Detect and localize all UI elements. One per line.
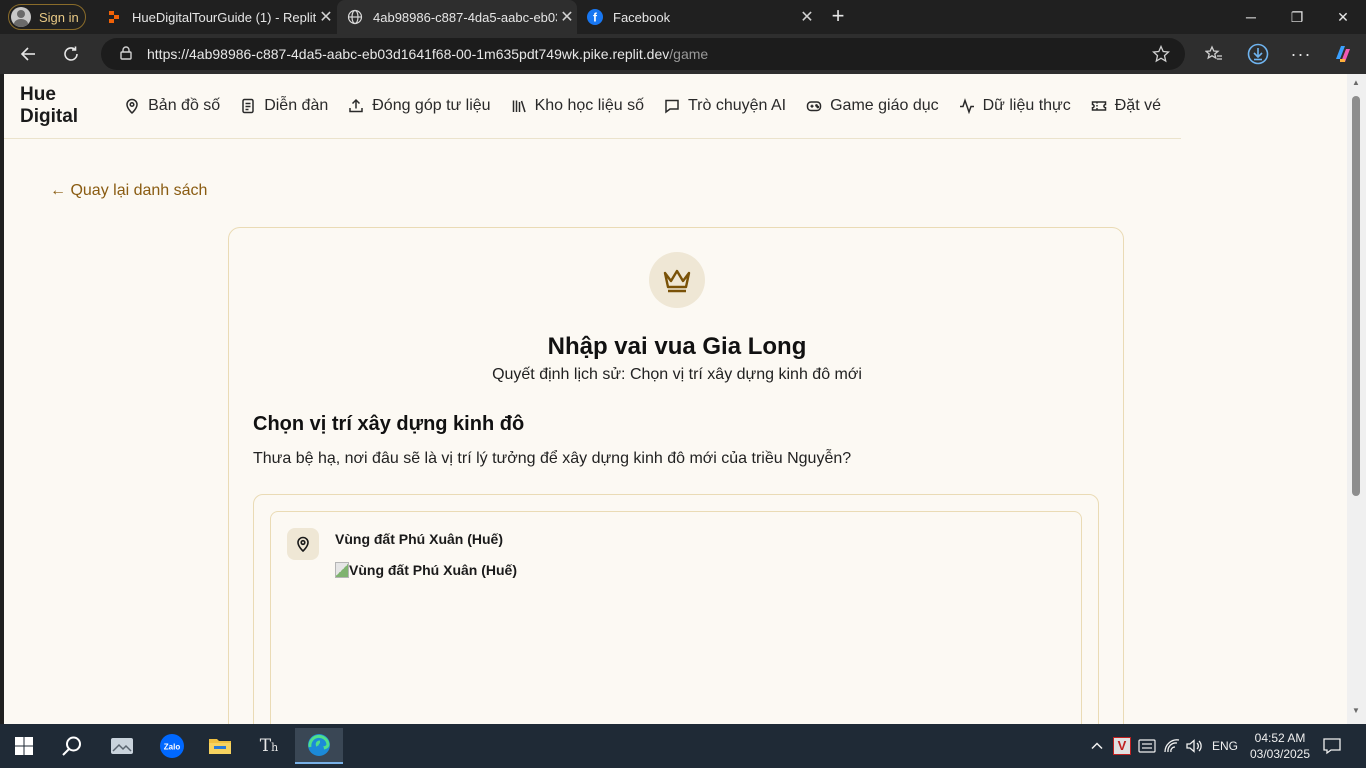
broken-image-icon [335, 562, 349, 578]
volume-icon[interactable] [1185, 724, 1203, 768]
new-tab-button[interactable]: + [827, 4, 849, 30]
tab-game-page[interactable]: 4ab98986-c887-4da5-aabc-eb03d ✕ [337, 0, 577, 34]
page-scrollbar[interactable]: ▲ ▼ [1347, 74, 1366, 724]
option-image: Vùng đất Phú Xuân (Huế) [335, 562, 517, 578]
nav-item-label: Đóng góp tư liệu [372, 97, 491, 114]
scrollbar-thumb[interactable] [1352, 96, 1360, 496]
nav-item-label: Đặt vé [1114, 97, 1161, 114]
language-indicator[interactable]: ENG [1212, 724, 1238, 768]
scroll-down-arrow-icon[interactable]: ▼ [1351, 706, 1361, 715]
input-mode-icon[interactable] [1138, 724, 1156, 768]
document-icon [242, 98, 254, 114]
close-tab-icon[interactable]: ✕ [797, 7, 817, 27]
replit-favicon-icon [106, 9, 122, 25]
map-pin-icon [126, 98, 138, 114]
browser-toolbar: https://4ab98986-c887-4da5-aabc-eb03d164… [0, 34, 1366, 74]
activity-icon [959, 98, 974, 114]
crown-icon [649, 252, 705, 308]
clock-date: 03/03/2025 [1249, 747, 1311, 761]
url-host: https://4ab98986-c887-4da5-aabc-eb03d164… [147, 46, 670, 62]
nav-item-label: Diễn đàn [264, 97, 329, 114]
ticket-icon [1091, 101, 1106, 111]
scroll-up-arrow-icon[interactable]: ▲ [1351, 78, 1361, 87]
site-navbar: Hue Digital Bản đồ số Diễn đàn Đóng góp … [4, 74, 1181, 139]
nav-item-label: Kho học liệu số [534, 97, 644, 114]
tab-title: HueDigitalTourGuide (1) - Replit [132, 9, 316, 25]
favorite-star-icon[interactable] [1147, 40, 1175, 68]
profile-avatar-icon [11, 7, 31, 27]
network-icon[interactable] [1163, 724, 1181, 768]
nav-item-du-lieu-thuc[interactable]: Dữ liệu thực [959, 97, 1071, 115]
system-clock[interactable]: 04:52 AM 03/03/2025 [1240, 730, 1320, 762]
nav-item-dien-dan[interactable]: Diễn đàn [240, 97, 328, 115]
tab-title: 4ab98986-c887-4da5-aabc-eb03d [373, 9, 557, 25]
nav-item-dong-gop-tu-lieu[interactable]: Đóng góp tư liệu [348, 97, 491, 115]
favorites-icon[interactable] [1200, 40, 1228, 68]
tab-title: Facebook [613, 9, 671, 25]
windows-taskbar: Zalo Th V ENG 04:52 AM 03/03/2025 [0, 724, 1366, 768]
nav-item-dat-ve[interactable]: Đặt vé [1091, 97, 1161, 115]
option-card[interactable]: Vùng đất Phú Xuân (Huế) Vùng đất Phú Xuâ… [270, 511, 1082, 724]
downloads-icon[interactable] [1244, 40, 1272, 68]
game-subtitle: Quyết định lịch sử: Chọn vị trí xây dựng… [492, 366, 862, 383]
clock-time: 04:52 AM [1254, 731, 1306, 745]
refresh-button[interactable] [57, 40, 85, 68]
close-tab-icon[interactable]: ✕ [557, 7, 577, 27]
nav-item-label: Game giáo dục [830, 97, 939, 114]
search-icon[interactable] [52, 728, 92, 764]
zalo-app-icon[interactable]: Zalo [152, 728, 192, 764]
copilot-icon[interactable] [1329, 40, 1357, 68]
globe-icon [347, 9, 363, 25]
close-window-button[interactable]: ✕ [1320, 0, 1366, 34]
chat-icon [665, 99, 679, 114]
nav-item-label: Trò chuyện AI [687, 97, 787, 114]
tab-replit[interactable]: HueDigitalTourGuide (1) - Replit ✕ [96, 0, 336, 34]
sign-in-button[interactable]: Sign in [8, 4, 86, 30]
browser-tab-strip: Sign in HueDigitalTourGuide (1) - Replit… [0, 0, 1366, 34]
more-options-icon[interactable]: ··· [1287, 40, 1315, 68]
game-title: Nhập vai vua Gia Long [547, 333, 807, 360]
gamepad-icon [806, 101, 822, 112]
map-pin-icon [287, 528, 319, 560]
options-container: Vùng đất Phú Xuân (Huế) Vùng đất Phú Xuâ… [253, 494, 1099, 724]
show-hidden-icons-chevron-icon[interactable] [1090, 724, 1104, 768]
upload-icon [349, 98, 363, 113]
library-icon [512, 100, 526, 113]
url-path: /game [669, 46, 709, 62]
minimize-window-button[interactable]: ─ [1228, 0, 1274, 34]
question-text: Thưa bệ hạ, nơi đâu sẽ là vị trí lý tưởn… [253, 450, 852, 467]
photos-app-icon[interactable] [102, 728, 142, 764]
nav-item-kho-hoc-lieu-so[interactable]: Kho học liệu số [511, 97, 644, 115]
option-name: Vùng đất Phú Xuân (Huế) [335, 531, 503, 547]
address-bar[interactable]: https://4ab98986-c887-4da5-aabc-eb03d164… [101, 38, 1185, 70]
text-app-icon[interactable]: Th [249, 728, 289, 764]
close-tab-icon[interactable]: ✕ [316, 7, 336, 27]
web-page: Hue Digital Bản đồ số Diễn đàn Đóng góp … [4, 74, 1347, 724]
option-image-alt: Vùng đất Phú Xuân (Huế) [349, 562, 517, 578]
nav-item-ban-do-so[interactable]: Bản đồ số [124, 97, 220, 115]
nav-item-tro-chuyen-ai[interactable]: Trò chuyện AI [664, 97, 786, 115]
sign-in-label: Sign in [39, 9, 79, 25]
site-info-icon[interactable] [119, 45, 133, 63]
facebook-favicon-icon: f [587, 9, 603, 25]
svg-text:Zalo: Zalo [164, 743, 181, 752]
question-title: Chọn vị trí xây dựng kinh đô [253, 413, 525, 435]
windows-logo-icon [15, 737, 33, 755]
nav-item-label: Bản đồ số [148, 97, 221, 114]
back-to-list-link[interactable]: ← Quay lại danh sách [50, 182, 207, 200]
edge-browser-taskbar-icon[interactable] [295, 728, 343, 764]
notifications-icon[interactable] [1322, 724, 1342, 768]
tab-facebook[interactable]: f Facebook ✕ [577, 0, 817, 34]
start-button[interactable] [4, 728, 44, 764]
site-brand[interactable]: Hue Digital [20, 84, 104, 128]
back-button[interactable] [14, 40, 42, 68]
vietnamese-ime-icon[interactable]: V [1113, 724, 1131, 768]
game-card: Nhập vai vua Gia Long Quyết định lịch sử… [228, 227, 1124, 724]
restore-window-button[interactable]: ❐ [1274, 0, 1320, 34]
nav-item-game-giao-duc[interactable]: Game giáo dục [806, 97, 939, 115]
file-explorer-icon[interactable] [200, 728, 240, 764]
nav-item-label: Dữ liệu thực [982, 97, 1071, 114]
